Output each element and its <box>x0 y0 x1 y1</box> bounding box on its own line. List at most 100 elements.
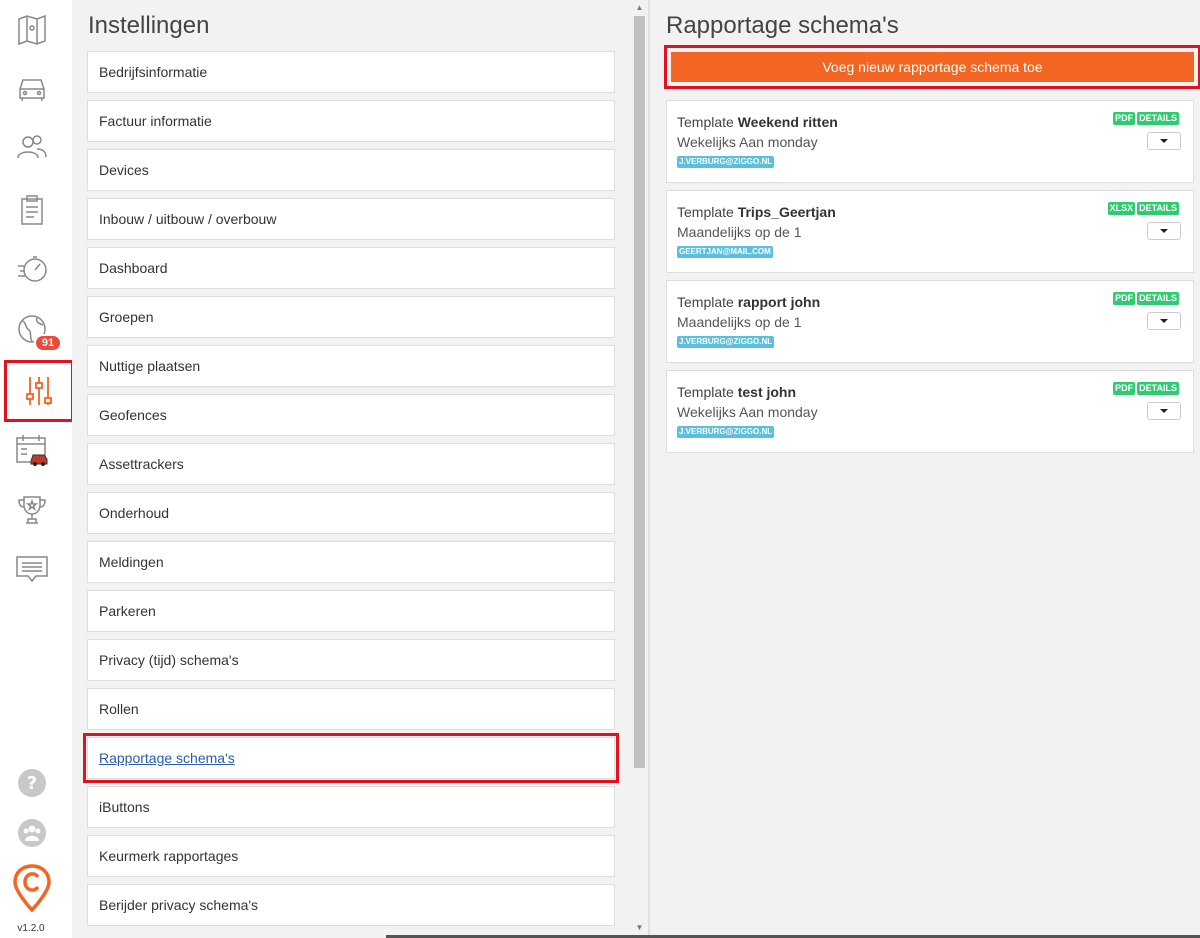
settings-item-ibuttons[interactable]: iButtons <box>87 786 615 828</box>
map-icon[interactable] <box>8 6 56 54</box>
report-card-tags: PDF DETAILS <box>1113 292 1179 305</box>
settings-scrollbar[interactable]: ▲ ▼ <box>631 0 648 938</box>
settings-item-label: Factuur informatie <box>99 113 212 129</box>
settings-item-label: Devices <box>99 162 149 178</box>
settings-item-label: Nuttige plaatsen <box>99 358 201 374</box>
sliders-icon[interactable] <box>4 360 74 422</box>
settings-item-label: Dashboard <box>99 260 168 276</box>
settings-item-label: Keurmerk rapportages <box>99 848 239 864</box>
report-card-title: Template Trips_Geertjan <box>677 204 836 220</box>
format-tag: PDF <box>1113 112 1136 125</box>
svg-text:?: ? <box>27 773 37 794</box>
settings-item-berijder-privacy[interactable]: Berijder privacy schema's <box>87 884 615 926</box>
add-button-highlight: Voeg nieuw rapportage schema toe <box>664 45 1200 89</box>
settings-item-factuur-informatie[interactable]: Factuur informatie <box>87 100 615 142</box>
settings-item-label: Rollen <box>99 701 139 717</box>
scroll-thumb[interactable] <box>634 16 645 768</box>
settings-item-label[interactable]: Rapportage schema's <box>99 750 235 766</box>
version-label: v1.2.0 <box>17 923 45 934</box>
report-card: Template rapport john Maandelijks op de … <box>666 280 1194 363</box>
format-tag: XLSX <box>1107 202 1136 215</box>
report-card-email: J.VERBURG@ZIGGO.NL <box>677 156 775 168</box>
help-icon[interactable]: ? <box>8 759 56 807</box>
report-card-email: J.VERBURG@ZIGGO.NL <box>677 426 775 438</box>
report-card-dropdown[interactable] <box>1147 312 1181 330</box>
report-card-email: GEERTJAN@MAIL.COM <box>677 246 773 258</box>
speedometer-icon[interactable] <box>8 245 56 293</box>
report-card-schedule: Maandelijks op de 1 <box>677 314 802 330</box>
settings-title: Instellingen <box>88 12 210 39</box>
settings-item-parkeren[interactable]: Parkeren <box>87 590 615 632</box>
settings-item-inbouw[interactable]: Inbouw / uitbouw / overbouw <box>87 198 615 240</box>
report-card-tags: PDF DETAILS <box>1113 112 1179 125</box>
logo-icon <box>8 860 56 916</box>
details-tag: DETAILS <box>1137 382 1179 395</box>
reports-panel: Rapportage schema's Voeg nieuw rapportag… <box>648 0 1200 938</box>
report-card-title: Template Weekend ritten <box>677 114 838 130</box>
settings-item-rollen[interactable]: Rollen <box>87 688 615 730</box>
report-card-dropdown[interactable] <box>1147 222 1181 240</box>
car-icon[interactable] <box>8 64 56 112</box>
settings-item-label: Parkeren <box>99 603 156 619</box>
group-icon[interactable] <box>8 809 56 857</box>
scroll-up-icon[interactable]: ▲ <box>634 3 645 13</box>
settings-item-groepen[interactable]: Groepen <box>87 296 615 338</box>
clipboard-icon[interactable] <box>8 186 56 234</box>
settings-item-rapportage-schemas[interactable]: Rapportage schema's <box>83 733 619 783</box>
settings-panel: Instellingen Bedrijfsinformatie Factuur … <box>72 0 648 938</box>
caret-down-icon <box>1160 319 1168 323</box>
settings-item-privacy-schemas[interactable]: Privacy (tijd) schema's <box>87 639 615 681</box>
format-tag: PDF <box>1113 292 1136 305</box>
settings-item-label: iButtons <box>99 799 150 815</box>
settings-item-label: Assettrackers <box>99 456 184 472</box>
settings-item-label: Inbouw / uitbouw / overbouw <box>99 211 277 227</box>
caret-down-icon <box>1160 409 1168 413</box>
report-card-dropdown[interactable] <box>1147 402 1181 420</box>
settings-item-label: Privacy (tijd) schema's <box>99 652 239 668</box>
report-card-schedule: Maandelijks op de 1 <box>677 224 802 240</box>
report-card: Template test john Wekelijks Aan monday … <box>666 370 1194 453</box>
calendar-car-icon[interactable] <box>8 426 56 474</box>
chat-icon[interactable] <box>8 544 56 592</box>
users-icon[interactable] <box>8 123 56 171</box>
settings-item-bedrijfsinformatie[interactable]: Bedrijfsinformatie <box>87 51 615 93</box>
report-card-tags: PDF DETAILS <box>1113 382 1179 395</box>
caret-down-icon <box>1160 139 1168 143</box>
details-tag: DETAILS <box>1137 292 1179 305</box>
scroll-down-icon[interactable]: ▼ <box>634 923 645 933</box>
add-report-schedule-button[interactable]: Voeg nieuw rapportage schema toe <box>671 52 1194 82</box>
details-tag: DETAILS <box>1137 112 1179 125</box>
report-card-schedule: Wekelijks Aan monday <box>677 134 818 150</box>
details-tag: DETAILS <box>1137 202 1179 215</box>
format-tag: PDF <box>1113 382 1136 395</box>
settings-item-keurmerk-rapportages[interactable]: Keurmerk rapportages <box>87 835 615 877</box>
report-card: Template Trips_Geertjan Maandelijks op d… <box>666 190 1194 273</box>
report-card-email: J.VERBURG@ZIGGO.NL <box>677 336 775 348</box>
settings-item-geofences[interactable]: Geofences <box>87 394 615 436</box>
settings-item-label: Onderhoud <box>99 505 170 521</box>
report-card: Template Weekend ritten Wekelijks Aan mo… <box>666 100 1194 183</box>
app: 91 ? v1.2.0 Instellingen Bedrijfsinforma… <box>0 0 1200 938</box>
settings-item-label: Berijder privacy schema's <box>99 897 259 913</box>
icon-rail: 91 ? v1.2.0 <box>0 0 74 938</box>
report-card-tags: XLSX DETAILS <box>1107 202 1179 215</box>
reports-title: Rapportage schema's <box>666 12 899 39</box>
report-card-title: Template test john <box>677 384 797 400</box>
settings-item-assettrackers[interactable]: Assettrackers <box>87 443 615 485</box>
settings-item-label: Bedrijfsinformatie <box>99 64 208 80</box>
settings-item-devices[interactable]: Devices <box>87 149 615 191</box>
settings-item-label: Groepen <box>99 309 154 325</box>
report-card-schedule: Wekelijks Aan monday <box>677 404 818 420</box>
caret-down-icon <box>1160 229 1168 233</box>
settings-item-dashboard[interactable]: Dashboard <box>87 247 615 289</box>
report-card-dropdown[interactable] <box>1147 132 1181 150</box>
report-card-title: Template rapport john <box>677 294 821 310</box>
settings-item-nuttige-plaatsen[interactable]: Nuttige plaatsen <box>87 345 615 387</box>
settings-item-meldingen[interactable]: Meldingen <box>87 541 615 583</box>
settings-item-label: Geofences <box>99 407 167 423</box>
settings-item-onderhoud[interactable]: Onderhoud <box>87 492 615 534</box>
trophy-icon[interactable] <box>8 486 56 534</box>
notification-badge: 91 <box>34 334 62 352</box>
settings-list: Bedrijfsinformatie Factuur informatie De… <box>83 51 619 933</box>
settings-item-label: Meldingen <box>99 554 164 570</box>
